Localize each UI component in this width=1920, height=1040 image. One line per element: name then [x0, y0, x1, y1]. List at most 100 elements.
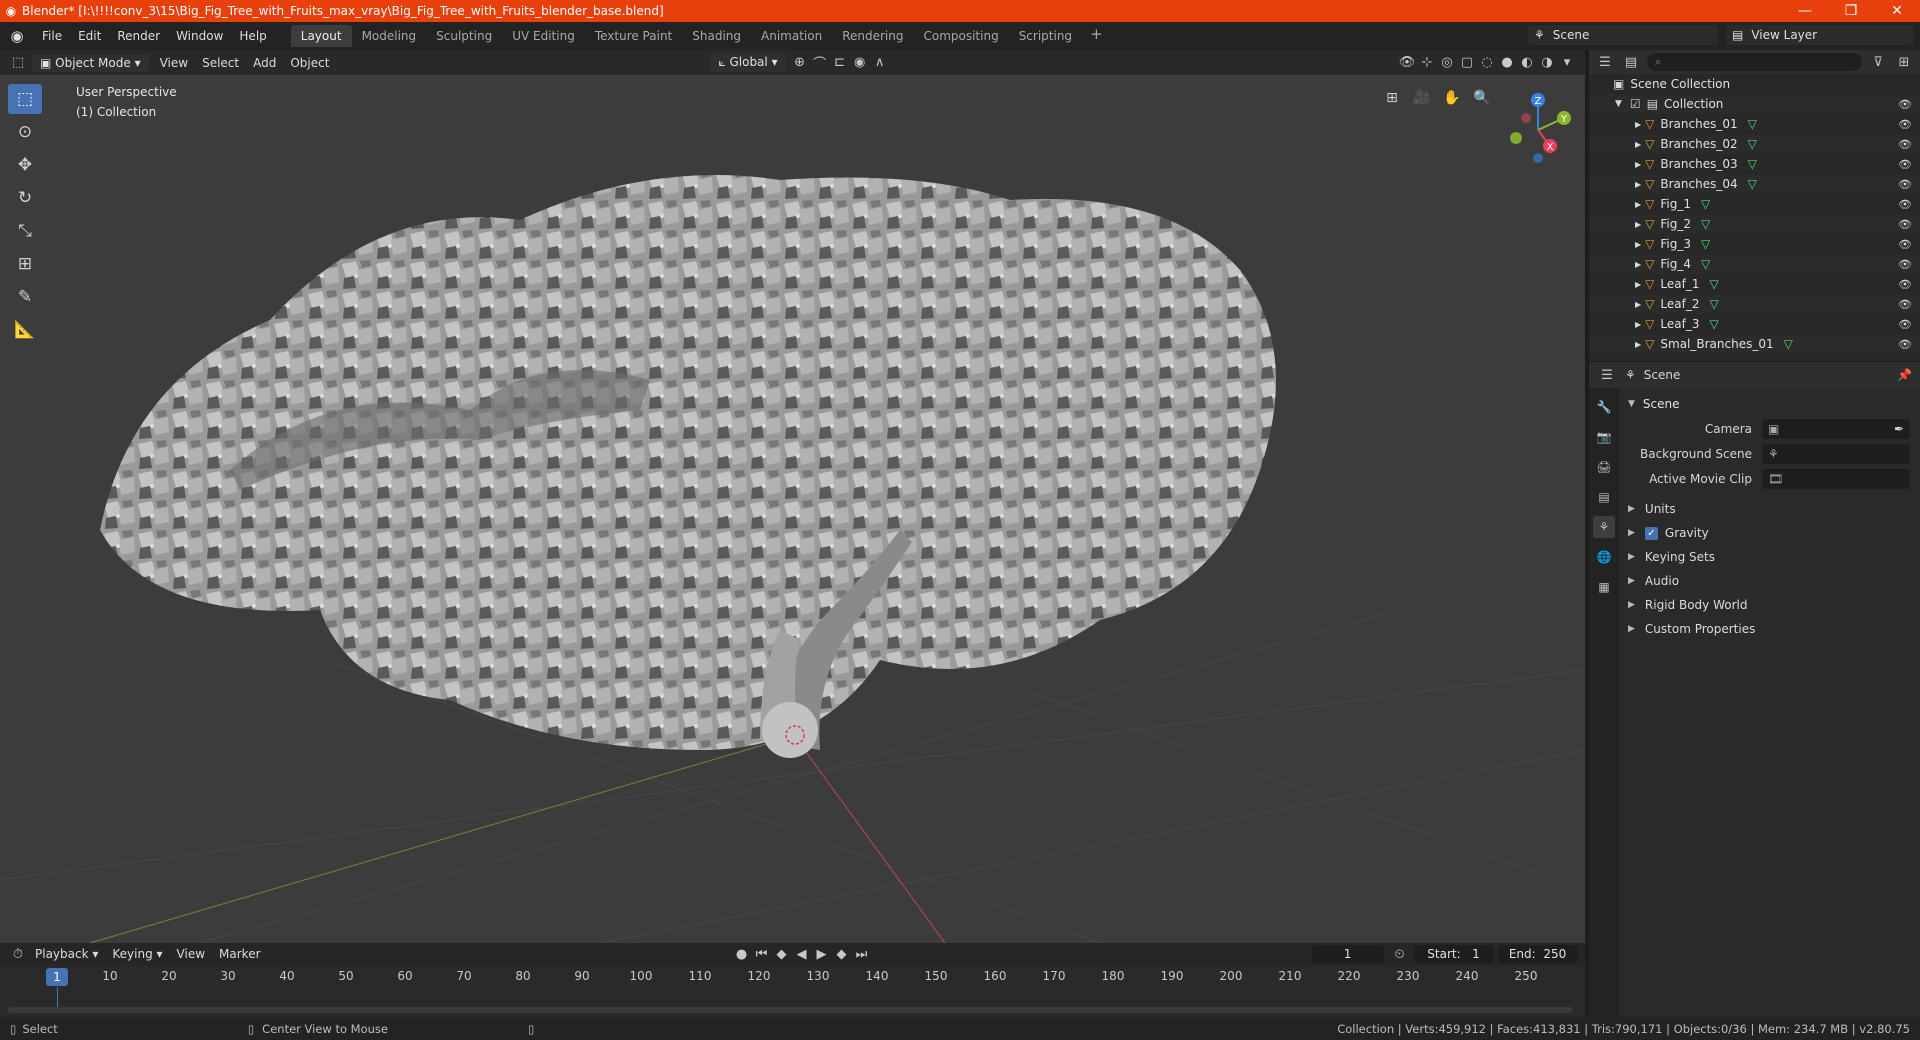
expand-arrow-icon[interactable]: ▶ — [1635, 280, 1641, 289]
pivot-icon[interactable]: ⊕ — [790, 53, 810, 73]
properties-editor-type-icon[interactable]: ☰ — [1597, 365, 1617, 385]
outliner-collection[interactable]: ▼ ☑ ▤ Collection 👁 — [1589, 94, 1920, 114]
visibility-eye-icon[interactable]: 👁 — [1898, 338, 1912, 351]
3d-viewport[interactable]: ⬚ ▣ Object Mode ▾ View Select Add Object… — [0, 50, 1585, 943]
navigation-gizmo[interactable]: Z Y X — [1498, 88, 1578, 168]
menu-help[interactable]: Help — [231, 29, 274, 43]
visibility-eye-icon[interactable]: 👁 — [1898, 178, 1912, 191]
tab-sculpting[interactable]: Sculpting — [426, 25, 502, 47]
outliner-object-row[interactable]: ▶ ▽ Branches_04 ▽ 👁 — [1589, 174, 1920, 194]
preview-range-icon[interactable]: ⏲ — [1390, 944, 1410, 964]
shading-rendered-icon[interactable]: ◑ — [1537, 53, 1557, 73]
outliner-object-row[interactable]: ▶ ▽ Branches_03 ▽ 👁 — [1589, 154, 1920, 174]
cursor-tool-icon[interactable]: ⊙ — [8, 117, 42, 147]
expand-arrow-icon[interactable]: ▶ — [1635, 320, 1641, 329]
outliner-object-row[interactable]: ▶ ▽ Leaf_1 ▽ 👁 — [1589, 274, 1920, 294]
checkbox-icon[interactable]: ☑ — [1630, 97, 1641, 111]
new-collection-icon[interactable]: ⊞ — [1894, 52, 1914, 72]
snap-icon[interactable]: ⌒ — [810, 53, 830, 73]
overlay-toggle-icon[interactable]: ◎ — [1437, 53, 1457, 73]
outliner-object-row[interactable]: ▶ ▽ Fig_4 ▽ 👁 — [1589, 254, 1920, 274]
filter-icon[interactable]: ⊽ — [1868, 52, 1888, 72]
tab-texture-paint[interactable]: Texture Paint — [585, 25, 682, 47]
visibility-eye-icon[interactable]: 👁 — [1898, 318, 1912, 331]
tab-layout[interactable]: Layout — [290, 25, 352, 47]
visibility-eye-icon[interactable]: 👁 — [1898, 238, 1912, 251]
tab-rendering[interactable]: Rendering — [832, 25, 913, 47]
visibility-eye-icon[interactable]: 👁 — [1898, 298, 1912, 311]
render-tab-icon[interactable]: 📷 — [1593, 426, 1615, 448]
expand-arrow-icon[interactable]: ▶ — [1635, 120, 1641, 129]
expand-arrow-icon[interactable]: ▼ — [1615, 99, 1622, 109]
minimize-button[interactable]: — — [1782, 3, 1828, 19]
view-layer-tab-icon[interactable]: ▤ — [1593, 486, 1615, 508]
end-frame-field[interactable]: End: 250 — [1497, 945, 1578, 963]
pan-view-icon[interactable]: ✋ — [1440, 86, 1464, 110]
zoom-view-icon[interactable]: 🔍 — [1470, 86, 1494, 110]
outliner-object-row[interactable]: ▶ ▽ Leaf_2 ▽ 👁 — [1589, 294, 1920, 314]
visibility-eye-icon[interactable]: 👁 — [1898, 278, 1912, 291]
output-tab-icon[interactable]: 🖨 — [1593, 456, 1615, 478]
orientation-dropdown[interactable]: ⟀ Global ▾ — [710, 53, 786, 72]
falloff-icon[interactable]: ∧ — [870, 53, 890, 73]
outliner-object-row[interactable]: ▶ ▽ Branches_02 ▽ 👁 — [1589, 134, 1920, 154]
outliner-editor-type-icon[interactable]: ☰ — [1595, 52, 1615, 72]
shading-wireframe-icon[interactable]: ◌ — [1477, 53, 1497, 73]
visibility-eye-icon[interactable]: 👁 — [1898, 218, 1912, 231]
tab-shading[interactable]: Shading — [682, 25, 751, 47]
visibility-icon[interactable]: 👁 — [1397, 53, 1417, 73]
world-tab-icon[interactable]: 🌐 — [1593, 546, 1615, 568]
expand-arrow-icon[interactable]: ▶ — [1635, 300, 1641, 309]
outliner-search-input[interactable]: ⌕ — [1647, 53, 1862, 71]
view-layer-selector[interactable]: ▤ View Layer — [1726, 25, 1914, 45]
gizmo-neg-z-axis[interactable] — [1533, 153, 1543, 163]
shading-solid-icon[interactable]: ● — [1497, 53, 1517, 73]
blender-menu-icon[interactable]: ◉ — [0, 27, 34, 45]
timeline-scrollbar[interactable] — [8, 1007, 1573, 1013]
rigid-body-world-panel[interactable]: ▶ Rigid Body World — [1622, 593, 1916, 617]
prev-keyframe-icon[interactable]: ◆ — [772, 944, 792, 964]
units-panel[interactable]: ▶ Units — [1622, 497, 1916, 521]
audio-panel[interactable]: ▶ Audio — [1622, 569, 1916, 593]
shading-options-icon[interactable]: ▾ — [1557, 53, 1577, 73]
menu-edit[interactable]: Edit — [70, 29, 109, 43]
display-mode-icon[interactable]: ▤ — [1621, 52, 1641, 72]
tab-compositing[interactable]: Compositing — [913, 25, 1008, 47]
gizmo-neg-y-axis[interactable] — [1510, 132, 1522, 144]
outliner-object-row[interactable]: ▶ ▽ Fig_1 ▽ 👁 — [1589, 194, 1920, 214]
expand-arrow-icon[interactable]: ▶ — [1635, 240, 1641, 249]
background-scene-field[interactable]: ⚘ — [1762, 443, 1910, 464]
menu-object[interactable]: Object — [283, 54, 336, 72]
menu-window[interactable]: Window — [168, 29, 231, 43]
snap-target-icon[interactable]: ⊏ — [830, 53, 850, 73]
outliner-object-row[interactable]: ▶ ▽ Fig_3 ▽ 👁 — [1589, 234, 1920, 254]
menu-select[interactable]: Select — [195, 54, 246, 72]
add-workspace-button[interactable]: + — [1082, 25, 1111, 47]
shading-material-icon[interactable]: ◐ — [1517, 53, 1537, 73]
rotate-tool-icon[interactable]: ↻ — [8, 183, 42, 213]
scene-tab-icon[interactable]: ⚘ — [1593, 516, 1615, 538]
current-frame-field[interactable]: 1 — [1311, 945, 1384, 963]
menu-keying[interactable]: Keying ▾ — [105, 945, 169, 963]
gravity-checkbox[interactable]: ✓ — [1644, 526, 1658, 540]
menu-view[interactable]: View — [153, 54, 195, 72]
timeline-editor-type-icon[interactable]: ⏱ — [8, 944, 28, 964]
proportional-edit-icon[interactable]: ◉ — [850, 53, 870, 73]
visibility-eye-icon[interactable]: 👁 — [1898, 118, 1912, 131]
play-icon[interactable]: ▶ — [812, 944, 832, 964]
outliner-object-row[interactable]: ▶ ▽ Leaf_3 ▽ 👁 — [1589, 314, 1920, 334]
jump-end-icon[interactable]: ⏭ — [852, 944, 872, 964]
custom-properties-panel[interactable]: ▶ Custom Properties — [1622, 617, 1916, 641]
menu-playback[interactable]: Playback ▾ — [28, 945, 105, 963]
play-reverse-icon[interactable]: ◀ — [792, 944, 812, 964]
outliner-object-row[interactable]: ▶ ▽ Fig_2 ▽ 👁 — [1589, 214, 1920, 234]
outliner-scene-collection[interactable]: ▣ Scene Collection — [1589, 74, 1920, 94]
scale-tool-icon[interactable]: ⤡ — [8, 216, 42, 246]
visibility-eye-icon[interactable]: 👁 — [1898, 98, 1912, 111]
gravity-panel[interactable]: ▶ ✓ Gravity — [1622, 521, 1916, 545]
visibility-eye-icon[interactable]: 👁 — [1898, 138, 1912, 151]
annotate-tool-icon[interactable]: ✎ — [8, 282, 42, 312]
expand-arrow-icon[interactable]: ▶ — [1635, 200, 1641, 209]
menu-render[interactable]: Render — [109, 29, 168, 43]
mode-dropdown[interactable]: ▣ Object Mode ▾ — [32, 53, 149, 72]
